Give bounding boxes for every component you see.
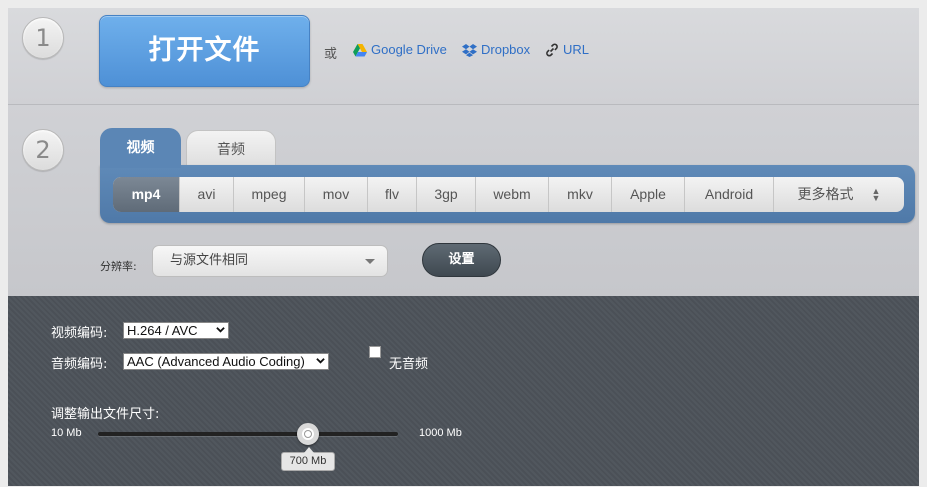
format-more-label: 更多格式 — [797, 186, 854, 202]
step-1-number: 1 — [22, 17, 64, 59]
url-link[interactable]: URL — [545, 42, 589, 57]
format-more[interactable]: 更多格式 ▲ ▼ — [774, 177, 904, 212]
settings-button[interactable]: 设置 — [422, 243, 501, 277]
step-1-section: 1 打开文件 或 Google Drive Dropbox URL — [8, 8, 919, 105]
resolution-value: 与源文件相同 — [170, 253, 249, 268]
format-mov[interactable]: mov — [305, 177, 368, 212]
no-audio-label: 无音频 — [389, 357, 429, 372]
format-mkv[interactable]: mkv — [549, 177, 612, 212]
google-drive-icon — [353, 44, 367, 57]
format-apple[interactable]: Apple — [612, 177, 685, 212]
file-size-slider-handle[interactable] — [297, 423, 319, 445]
slider-min-label: 10 Mb — [51, 427, 82, 439]
resolution-select[interactable]: 与源文件相同 — [152, 245, 388, 277]
file-size-label: 调整输出文件尺寸: — [51, 407, 160, 422]
chevron-down-icon — [365, 259, 375, 264]
dropbox-icon — [462, 44, 477, 57]
open-file-button[interactable]: 打开文件 — [99, 15, 310, 87]
step-2-number: 2 — [22, 129, 64, 171]
advanced-settings-panel: 视频编码: H.264 / AVC 音频编码: AAC (Advanced Au… — [8, 296, 919, 486]
converter-panel: 1 打开文件 或 Google Drive Dropbox URL 2 音频 视… — [8, 8, 919, 486]
audio-codec-label: 音频编码: — [51, 357, 108, 372]
format-webm[interactable]: webm — [476, 177, 549, 212]
or-text: 或 — [324, 47, 338, 62]
chevron-down-icon — [316, 358, 325, 364]
google-drive-link[interactable]: Google Drive — [353, 42, 447, 57]
slider-value-tooltip: 700 Mb — [281, 447, 335, 471]
up-down-arrows-icon: ▲ ▼ — [871, 186, 881, 204]
format-bar: mp4 avi mpeg mov flv 3gp webm mkv Apple … — [113, 177, 904, 212]
dropbox-label: Dropbox — [481, 42, 531, 57]
format-mp4[interactable]: mp4 — [113, 177, 180, 212]
format-android[interactable]: Android — [685, 177, 774, 212]
no-audio-checkbox[interactable] — [369, 346, 381, 358]
file-size-slider-track[interactable] — [98, 432, 398, 436]
video-codec-value: H.264 / AVC — [127, 323, 198, 338]
audio-codec-value: AAC (Advanced Audio Coding) — [127, 354, 305, 369]
format-3gp[interactable]: 3gp — [417, 177, 476, 212]
slider-max-label: 1000 Mb — [419, 427, 462, 439]
format-avi[interactable]: avi — [180, 177, 234, 212]
format-flv[interactable]: flv — [368, 177, 417, 212]
format-mpeg[interactable]: mpeg — [234, 177, 305, 212]
dropbox-link[interactable]: Dropbox — [462, 42, 530, 57]
link-icon — [546, 43, 558, 57]
video-codec-select[interactable]: H.264 / AVC — [123, 322, 229, 339]
tab-video[interactable]: 视频 — [100, 128, 181, 168]
tab-audio[interactable]: 音频 — [186, 130, 276, 167]
audio-codec-select[interactable]: AAC (Advanced Audio Coding) — [123, 353, 329, 370]
video-codec-label: 视频编码: — [51, 326, 108, 341]
google-drive-label: Google Drive — [371, 42, 447, 57]
chevron-down-icon — [216, 327, 225, 333]
url-label: URL — [563, 42, 590, 57]
resolution-label: 分辨率: — [100, 260, 137, 273]
